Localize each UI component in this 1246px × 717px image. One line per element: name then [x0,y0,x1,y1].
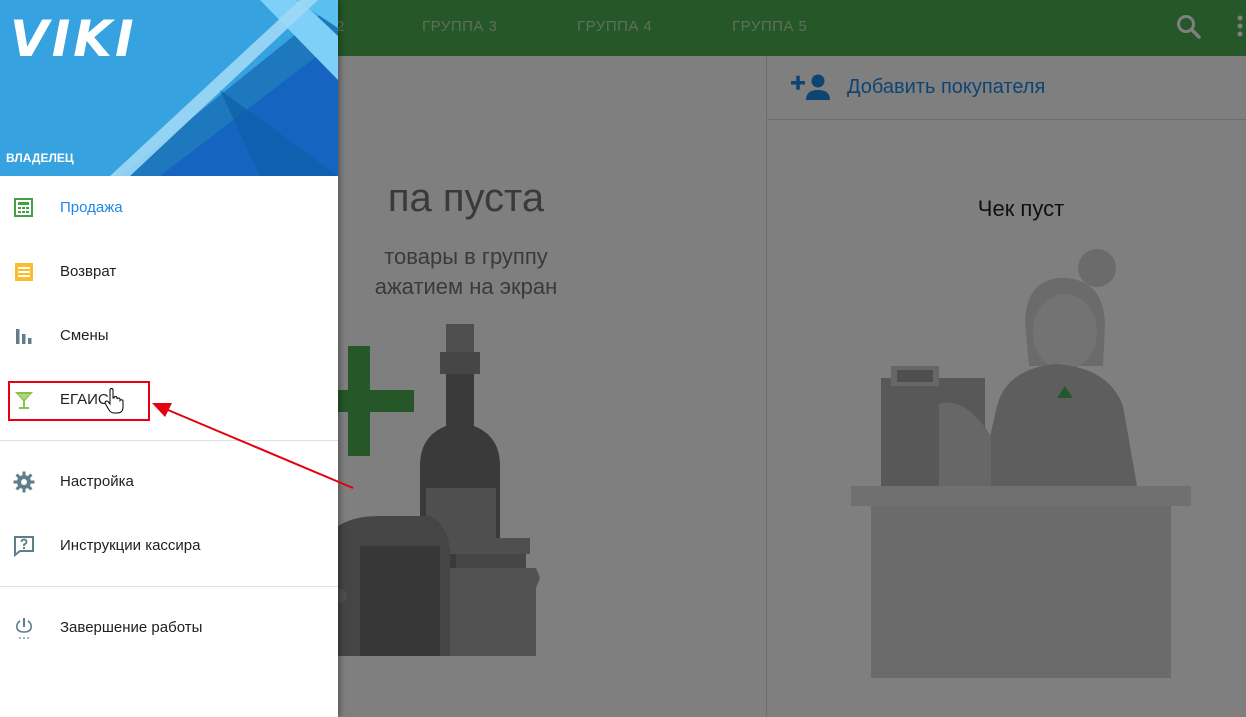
bar-chart-icon [16,329,32,344]
hand-cursor-icon [104,388,124,414]
menu-item-settings[interactable]: Настройка [0,450,338,514]
menu-item-shifts[interactable]: Смены [0,304,338,368]
drawer-header: VIKI ВЛАДЕЛЕЦ [0,0,338,176]
menu-divider [0,440,338,441]
menu-label-settings: Настройка [60,473,134,490]
menu-label-cashier-instructions: Инструкции кассира [60,537,201,554]
menu-label-shutdown: Завершение работы [60,619,203,636]
menu-label-sale: Продажа [60,199,123,216]
menu-divider [0,586,338,587]
power-icon [15,618,33,639]
calculator-icon [14,198,33,217]
annotation-highlight-box [8,381,150,421]
menu-item-return[interactable]: Возврат [0,240,338,304]
receipt-icon [15,263,33,281]
help-chat-icon [14,536,34,558]
gear-icon [13,471,35,493]
user-role: ВЛАДЕЛЕЦ [6,151,74,165]
menu-label-shifts: Смены [60,327,109,344]
menu-item-sale[interactable]: Продажа [0,176,338,240]
navigation-drawer: VIKI ВЛАДЕЛЕЦ Продажа Возврат Смены ЕГАИ… [0,0,338,717]
menu-item-shutdown[interactable]: Завершение работы [0,596,338,660]
menu-label-return: Возврат [60,263,117,280]
app-logo: VIKI [10,10,137,68]
menu-item-cashier-instructions[interactable]: Инструкции кассира [0,514,338,578]
